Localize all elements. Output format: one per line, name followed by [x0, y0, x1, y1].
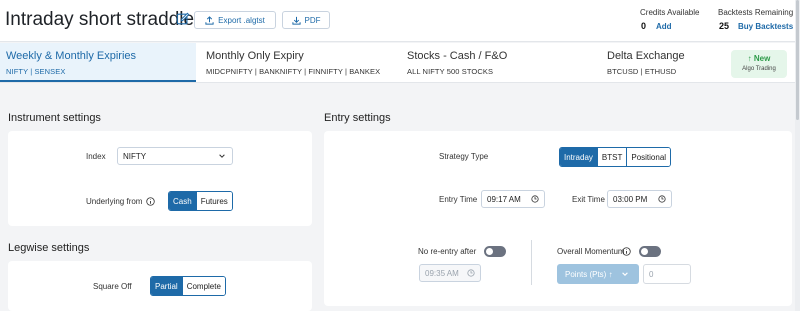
instrument-settings-panel: Index NIFTY Underlying from Cash Futures	[8, 131, 312, 226]
clock-icon	[467, 269, 475, 277]
pdf-label: PDF	[304, 15, 321, 25]
tab-subtitle: NIFTY | SENSEX	[6, 67, 66, 76]
points-value-input[interactable]: 0	[643, 264, 691, 284]
exit-time-input[interactable]: 03:00 PM	[607, 190, 672, 208]
info-icon[interactable]	[622, 247, 631, 256]
strategy-intraday-option[interactable]: Intraday	[560, 148, 598, 166]
credits-label: Credits Available	[640, 8, 700, 17]
entry-time-label: Entry Time	[439, 195, 478, 204]
top-header: Intraday short straddle Export .algtst P…	[0, 0, 800, 42]
index-label: Index	[86, 152, 106, 161]
export-label: Export .algtst	[218, 15, 265, 25]
square-off-partial-option[interactable]: Partial	[151, 277, 183, 295]
divider	[531, 240, 532, 285]
export-button[interactable]: Export .algtst	[194, 11, 276, 29]
credits-value: 0	[641, 21, 647, 31]
backtests-value: 25	[719, 21, 730, 31]
underlying-futures-option[interactable]: Futures	[196, 192, 232, 210]
upload-icon	[205, 15, 214, 25]
arrow-up-icon: ↑	[747, 54, 752, 63]
points-type-label: Points (Pts) ↑	[565, 269, 613, 279]
reentry-toggle[interactable]	[484, 246, 506, 257]
chevron-down-icon	[621, 272, 628, 276]
square-off-label: Square Off	[93, 282, 132, 291]
underlying-toggle: Cash Futures	[168, 191, 233, 211]
page-title: Intraday short straddle	[5, 9, 195, 30]
strategy-positional-option[interactable]: Positional	[627, 148, 671, 166]
expiry-tabs: Weekly & Monthly Expiries NIFTY | SENSEX…	[0, 43, 800, 83]
entry-time-input[interactable]: 09:17 AM	[481, 190, 545, 208]
reentry-label: No re-entry after	[418, 247, 477, 256]
new-label: New	[753, 54, 771, 63]
download-icon	[291, 16, 301, 25]
tab-delta-exchange[interactable]: Delta Exchange BTCUSD | ETHUSD	[601, 43, 726, 82]
chevron-down-icon	[219, 154, 225, 158]
entry-time-value: 09:17 AM	[487, 195, 521, 204]
info-icon[interactable]	[146, 197, 155, 206]
tab-stocks[interactable]: Stocks - Cash / F&O ALL NIFTY 500 STOCKS	[401, 43, 597, 82]
index-value: NIFTY	[123, 152, 147, 161]
backtests-label: Backtests Remaining	[718, 8, 794, 17]
exit-time-label: Exit Time	[572, 195, 605, 204]
tab-subtitle: MIDCPNIFTY | BANKNIFTY | FINNIFTY | BANK…	[206, 67, 381, 76]
reentry-time-value: 09:35 AM	[425, 269, 459, 278]
exit-time-value: 03:00 PM	[613, 195, 648, 204]
instrument-settings-heading: Instrument settings	[8, 112, 101, 124]
points-type-dropdown[interactable]: Points (Pts) ↑	[557, 264, 639, 284]
tab-weekly-monthly[interactable]: Weekly & Monthly Expiries NIFTY | SENSEX	[0, 43, 196, 82]
underlying-label: Underlying from	[86, 197, 143, 206]
overall-momentum-toggle[interactable]	[639, 246, 661, 257]
strategy-btst-option[interactable]: BTST	[597, 148, 628, 166]
tab-subtitle: BTCUSD | ETHUSD	[607, 67, 677, 76]
add-credits-link[interactable]: Add	[656, 22, 672, 31]
scrollbar-thumb[interactable]	[796, 0, 799, 120]
edit-icon[interactable]	[176, 12, 190, 26]
pdf-button[interactable]: PDF	[282, 11, 330, 29]
underlying-cash-option[interactable]: Cash	[169, 192, 197, 210]
legwise-settings-heading: Legwise settings	[8, 242, 90, 254]
tab-title: Weekly & Monthly Expiries	[6, 50, 137, 62]
tab-title: Delta Exchange	[607, 50, 685, 62]
clock-icon	[531, 195, 539, 203]
entry-settings-heading: Entry settings	[324, 112, 391, 124]
tab-monthly-only[interactable]: Monthly Only Expiry MIDCPNIFTY | BANKNIF…	[200, 43, 396, 82]
reentry-time-input[interactable]: 09:35 AM	[419, 264, 481, 282]
tab-subtitle: ALL NIFTY 500 STOCKS	[407, 67, 494, 76]
new-algo-trading-badge[interactable]: ↑ New Algo Trading	[731, 50, 787, 78]
strategy-type-toggle: Intraday BTST Positional	[559, 147, 672, 167]
strategy-type-label: Strategy Type	[439, 152, 489, 161]
square-off-complete-option[interactable]: Complete	[182, 277, 225, 295]
legwise-settings-panel: Square Off Partial Complete	[8, 261, 312, 311]
square-off-toggle: Partial Complete	[150, 276, 226, 296]
algo-trading-label: Algo Trading	[742, 66, 776, 72]
index-select[interactable]: NIFTY	[117, 147, 233, 165]
clock-icon	[658, 195, 666, 203]
tab-title: Stocks - Cash / F&O	[407, 50, 508, 62]
tab-title: Monthly Only Expiry	[206, 50, 304, 62]
overall-momentum-label: Overall Momentum	[557, 247, 625, 256]
buy-backtests-link[interactable]: Buy Backtests	[738, 22, 793, 31]
